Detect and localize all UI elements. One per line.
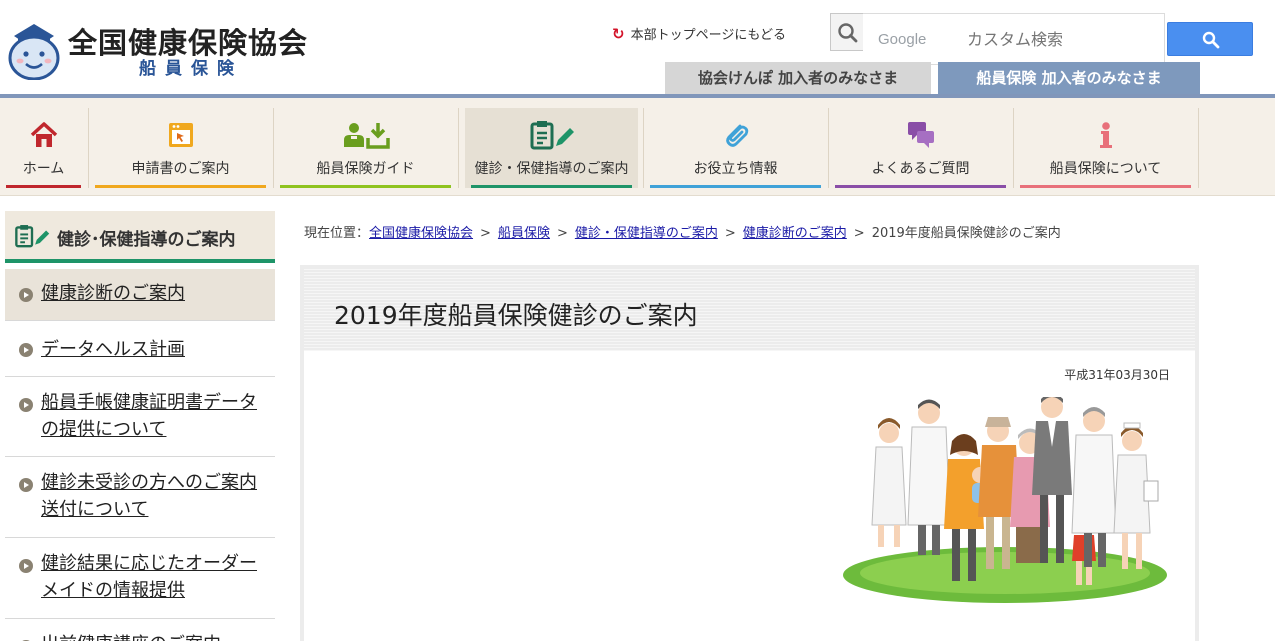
nav-item-faq[interactable]: よくあるご質問: [829, 108, 1012, 188]
sidebar-item-label: 出前健康講座のご案内: [41, 631, 271, 641]
nav-underline: [6, 185, 81, 188]
global-nav: ホーム 申請書のご案内 船員保険ガイド 健診・保健指導のご案内 お役立ち情報 よ…: [0, 98, 1275, 196]
chat-icon: [907, 122, 934, 148]
nav-divider: [1198, 108, 1199, 188]
breadcrumb-prefix: 現在位置：: [304, 226, 370, 241]
tab-kyokai-kenpo[interactable]: 協会けんぽ 加入者のみなさま: [665, 62, 931, 94]
nav-label: お役立ち情報: [693, 161, 778, 177]
sidebar-item-label: データヘルス計画: [41, 339, 185, 360]
tab-senin-hoken[interactable]: 船員保険 加入者のみなさま: [938, 62, 1200, 94]
nav-label: 申請書のご案内: [131, 161, 230, 177]
publish-date: 平成31年03月30日: [1064, 368, 1170, 382]
nav-underline: [471, 185, 632, 188]
breadcrumb: 現在位置：全国健康保険協会 > 船員保険 > 健診・保健指導のご案内 > 健康診断のご案内 >…: [304, 222, 1061, 241]
bullet-arrow-icon: [19, 478, 33, 492]
nav-label: 船員保険ガイド: [316, 161, 415, 177]
nav-item-guide[interactable]: 船員保険ガイド: [274, 108, 457, 188]
nav-underline: [1020, 185, 1191, 188]
bullet-arrow-icon: [19, 398, 33, 412]
nav-item-home[interactable]: ホーム: [0, 108, 87, 188]
back-link-label: 本部トップページにもどる: [630, 28, 787, 43]
breadcrumb-link[interactable]: 全国健康保険協会: [369, 226, 473, 241]
nav-item-about[interactable]: 船員保険について: [1014, 108, 1197, 188]
sidebar-title: 健診･保健指導のご案内: [5, 211, 275, 263]
sidebar-title-label: 健診･保健指導のご案内: [57, 230, 236, 250]
nav-underline: [95, 185, 266, 188]
org-subtitle: 船員保険: [139, 59, 243, 79]
sidebar-item-lecture[interactable]: 出前健康講座のご案内: [5, 619, 275, 641]
site-header: 全国健康保険協会 船員保険 ↻本部トップページにもどる Google 協会けんぽ…: [0, 0, 1275, 98]
page-title: 2019年度船員保険健診のご案内: [334, 301, 698, 330]
breadcrumb-separator: >: [853, 226, 865, 241]
paperclip-icon: [725, 124, 748, 147]
nav-item-checkup[interactable]: 健診・保健指導のご案内: [465, 108, 638, 188]
bullet-arrow-icon: [19, 343, 33, 357]
breadcrumb-link[interactable]: 健診・保健指導のご案内: [575, 226, 718, 241]
nav-label: ホーム: [22, 161, 65, 177]
guide-icon: [343, 123, 390, 149]
nav-underline: [650, 185, 821, 188]
sidebar-item-health-certificate[interactable]: 船員手帳健康証明書データの提供について: [5, 377, 275, 457]
search-input[interactable]: [863, 13, 1165, 65]
sidebar-item-health-checkup[interactable]: 健康診断のご案内: [5, 269, 275, 321]
sidebar-item-label: 健康診断のご案内: [41, 283, 185, 304]
sidebar-item-label: 健診未受診の方へのご案内送付について: [41, 472, 257, 520]
back-to-top-link[interactable]: ↻ 本部トップページにもどる: [612, 24, 786, 43]
title-band: 2019年度船員保険健診のご案内: [304, 269, 1195, 351]
nav-underline: [835, 185, 1006, 188]
breadcrumb-separator: >: [480, 226, 491, 241]
sidebar-item-tailored-info[interactable]: 健診結果に応じたオーダーメイドの情報提供: [5, 538, 275, 619]
breadcrumb-separator: >: [724, 226, 736, 241]
search-icon: [1202, 31, 1220, 49]
family-doctors-illustration: [843, 397, 1167, 603]
search-button[interactable]: [1167, 22, 1253, 56]
info-icon: [1099, 122, 1112, 148]
return-arrow-icon: ↻: [612, 25, 625, 43]
form-icon: [168, 123, 193, 147]
nav-label: 健診・保健指導のご案内: [474, 161, 629, 177]
nav-underline: [280, 185, 451, 188]
site-logo[interactable]: 全国健康保険協会 船員保険: [6, 18, 307, 80]
breadcrumb-separator: >: [556, 226, 568, 241]
clipboard-icon: [530, 121, 574, 150]
mascot-logo-icon: [8, 24, 60, 80]
bullet-arrow-icon: [19, 288, 33, 302]
sidebar-item-label: 健診結果に応じたオーダーメイドの情報提供: [41, 553, 257, 601]
nav-divider: [458, 108, 459, 188]
breadcrumb-current: 2019年度船員保険健診のご案内: [871, 226, 1061, 241]
nav-label: 船員保険について: [1049, 161, 1162, 177]
sidebar: 健診･保健指導のご案内 健康診断のご案内 データヘルス計画 船員手帳健康証明書デ…: [5, 211, 275, 641]
breadcrumb-link[interactable]: 船員保険: [498, 226, 550, 241]
sidebar-item-label: 船員手帳健康証明書データの提供について: [41, 392, 257, 440]
search-box: [830, 13, 1165, 65]
breadcrumb-link[interactable]: 健康診断のご案内: [743, 226, 847, 241]
home-icon: [30, 122, 57, 147]
sidebar-item-data-health[interactable]: データヘルス計画: [5, 321, 275, 377]
clipboard-icon: [15, 225, 50, 248]
nav-item-useful-info[interactable]: お役立ち情報: [644, 108, 827, 188]
main-content: 2019年度船員保険健診のご案内 平成31年03月30日: [300, 265, 1199, 641]
search-magnifier-icon: [830, 13, 864, 51]
sidebar-item-unexamined[interactable]: 健診未受診の方へのご案内送付について: [5, 457, 275, 538]
nav-item-forms[interactable]: 申請書のご案内: [89, 108, 272, 188]
nav-label: よくあるご質問: [871, 161, 970, 177]
bullet-arrow-icon: [19, 559, 33, 573]
